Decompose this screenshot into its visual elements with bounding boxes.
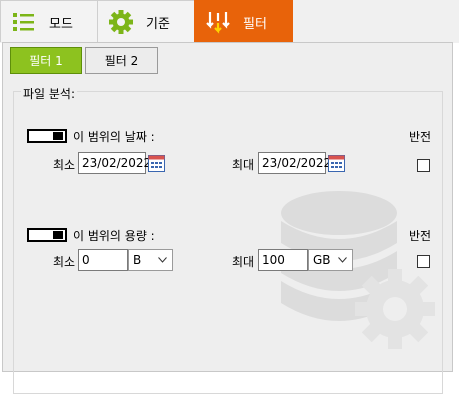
date-range-label: 이 범위의 날짜 :	[73, 130, 155, 144]
size-min-unit-value: B	[133, 253, 142, 267]
chevron-down-icon	[158, 257, 167, 263]
date-min-input[interactable]: 23/02/2022	[78, 152, 151, 174]
tab-criteria[interactable]: 기준	[97, 0, 195, 42]
date-min-label: 최소	[53, 158, 76, 172]
tab-filter[interactable]: 필터	[194, 0, 293, 42]
date-invert-label: 반전	[409, 130, 432, 144]
size-invert-label: 반전	[409, 229, 432, 243]
date-range-toggle[interactable]	[27, 129, 67, 143]
tab-criteria-label: 기준	[146, 17, 170, 32]
subtab-filter-2[interactable]: 필터 2	[85, 47, 158, 74]
size-min-unit-select[interactable]: B	[128, 249, 173, 271]
date-invert-checkbox[interactable]	[417, 159, 430, 172]
size-min-label: 최소	[53, 255, 76, 269]
calendar-icon[interactable]	[148, 154, 165, 172]
tab-mode-label: 모드	[49, 17, 73, 32]
gear-icon	[109, 10, 133, 34]
subtab-filter-1[interactable]: 필터 1	[10, 47, 82, 74]
size-range-toggle[interactable]	[27, 228, 67, 242]
size-max-unit-value: GB	[313, 253, 331, 267]
filter-panel: 필터 1 필터 2 파일 분석: 이 범위의 날짜 : 반전 최소 23/02/…	[2, 42, 453, 394]
size-max-label: 최대	[232, 255, 255, 269]
size-min-input[interactable]: 0	[78, 249, 128, 271]
chevron-down-icon	[338, 257, 347, 263]
file-analysis-label: 파일 분석:	[21, 85, 78, 102]
date-max-input[interactable]: 23/02/2022	[258, 152, 331, 174]
tab-bar: 모드 기준 필터	[0, 0, 459, 43]
tab-mode[interactable]: 모드	[0, 0, 98, 42]
filter-icon	[206, 12, 230, 34]
size-range-label: 이 범위의 용량 :	[73, 229, 155, 243]
size-max-unit-select[interactable]: GB	[308, 249, 353, 271]
list-icon	[13, 13, 34, 31]
date-max-label: 최대	[232, 158, 255, 172]
size-invert-checkbox[interactable]	[417, 255, 430, 268]
calendar-icon[interactable]	[328, 154, 345, 172]
tab-filter-label: 필터	[243, 17, 267, 32]
size-max-input[interactable]: 100	[258, 249, 308, 271]
